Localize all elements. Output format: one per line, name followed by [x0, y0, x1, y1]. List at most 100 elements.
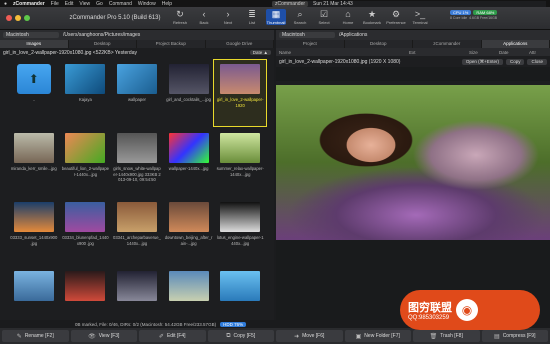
close-button[interactable]: Close: [527, 58, 547, 65]
column-ext[interactable]: Ext: [409, 50, 469, 55]
thumbnail-icon: ▦: [271, 9, 281, 19]
column-name[interactable]: Name: [279, 50, 409, 55]
thumbnail-image: [116, 133, 157, 163]
thumbnail-item-selected[interactable]: girl_in_love_2-wallpaper-1920: [213, 59, 267, 127]
thumbnail-item[interactable]: ⬆..: [8, 60, 60, 126]
bookmark-icon: ★: [367, 9, 377, 19]
copy-button[interactable]: Copy: [505, 58, 525, 65]
toolbar-preference-button[interactable]: ⚙ Preference: [386, 9, 406, 25]
toolbar-thumbnail-button[interactable]: ▦ Thumbnail: [266, 9, 286, 25]
thumbnail-item[interactable]: beautiful_lion_2-wallpaper-1440x...jpg: [60, 129, 112, 195]
thumbnail-item[interactable]: girl_and_cocktails_...jpg: [163, 60, 215, 126]
edit-button[interactable]: ✐ Edit [F4]: [139, 330, 206, 342]
tab-zcommander[interactable]: zCommander: [413, 40, 482, 48]
toolbar-back-button[interactable]: ‹ Back: [194, 9, 214, 25]
right-pane: Macintosh /Applications Project Desktop …: [276, 30, 550, 320]
menu-file[interactable]: File: [51, 1, 59, 7]
toolbar-list-button[interactable]: ≣ List: [242, 9, 262, 25]
ram-meter: RAM 68%: [473, 10, 498, 15]
thumbnail-image: [13, 202, 54, 232]
open-button[interactable]: Open (⌘+Enter): [461, 58, 503, 65]
cpu-meter: CPU 1%: [450, 10, 472, 15]
column-date[interactable]: Date: [499, 50, 529, 55]
thumbnail-image: [116, 64, 157, 94]
thumbnail-item[interactable]: summer_relax-wallpaper-1440x...jpg: [214, 129, 266, 195]
viewer-title: girl_in_love_2-wallpaper-1920x1080.jpg (…: [279, 58, 401, 65]
thumbnail-item[interactable]: Kajaya: [60, 60, 112, 126]
left-drive-select[interactable]: Macintosh: [3, 32, 59, 38]
rename-button[interactable]: ✎ Rename [F2]: [2, 330, 69, 342]
toolbar-select-button[interactable]: ☑ Select: [314, 9, 334, 25]
column-size[interactable]: Size: [469, 50, 499, 55]
clock[interactable]: Sun 21 Mar 14:43: [313, 1, 353, 7]
thumbnail-image: [220, 271, 261, 301]
thumbnail-image: [65, 133, 106, 163]
tab-desktop[interactable]: Desktop: [69, 40, 137, 48]
toolbar-terminal-button[interactable]: >_ Terminal: [410, 9, 430, 25]
toolbar-search-button[interactable]: ⌕ Search: [290, 9, 310, 25]
status-app-indicator[interactable]: zCommander: [272, 0, 309, 7]
watermark-badge: 图穷联盟 QQ:985303259 ◉: [400, 290, 540, 330]
thumbnail-item[interactable]: 03341_archeparbaverue_1440x...jpg: [111, 198, 163, 264]
thumbnail-item[interactable]: lotus_engine-wallpaper-1440x...jpg: [214, 198, 266, 264]
right-drive-select[interactable]: Macintosh: [279, 32, 335, 38]
right-path-bar: Macintosh /Applications: [276, 30, 550, 40]
left-path-bar: Macintosh /Users/sanghoons/Pictures/imag…: [0, 30, 274, 40]
tab-images[interactable]: Images: [0, 40, 69, 48]
viewer-header: girl_in_love_2-wallpaper-1920x1080.jpg (…: [276, 56, 550, 67]
tab-project[interactable]: Project: [276, 40, 345, 48]
thumbnail-image: [220, 133, 261, 163]
status-text: 0B marked, File: 0/46, DIRs: 0/2 (Macint…: [75, 321, 217, 327]
thumbnail-caption: ..: [32, 97, 35, 102]
thumbnail-caption: Kajaya: [78, 97, 92, 102]
copy-f5-button[interactable]: ⧉ Copy [F5]: [207, 330, 274, 342]
toolbar-home-button[interactable]: ⌂ Home: [338, 9, 358, 25]
left-path[interactable]: /Users/sanghoons/Pictures/images: [63, 32, 140, 38]
thumbnail-item[interactable]: wallpaper: [111, 60, 163, 126]
thumbnail-item[interactable]: miranda_kerr_smile...jpg: [8, 129, 60, 195]
sort-select[interactable]: Date ▲: [249, 50, 271, 55]
new-folder-icon: ▣: [355, 333, 362, 340]
thumbnail-item[interactable]: 03334_blunenpfad_1440x900 .jpg: [60, 198, 112, 264]
cpu-caption: 8 Core Idle: [450, 16, 468, 20]
tab-desktop-right[interactable]: Desktop: [345, 40, 413, 48]
thumbnail-item[interactable]: downtown_beijing_after_rain-...jpg: [163, 198, 215, 264]
thumbnail-image: [220, 202, 261, 232]
watermark-title: 图穷联盟: [408, 302, 452, 314]
toolbar-refresh-button[interactable]: ↻ Refresh: [170, 9, 190, 25]
menu-view[interactable]: View: [79, 1, 90, 7]
menu-go[interactable]: Go: [96, 1, 103, 7]
thumbnail-caption: girl_and_cocktails_...jpg: [166, 97, 211, 102]
thumbnail-caption: beautiful_lion_2-wallpaper-1440x...jpg: [61, 166, 110, 177]
thumbnail-image: [116, 271, 157, 301]
thumbnail-item[interactable]: 03333_sunset_1440x900 .jpg: [8, 198, 60, 264]
view-button[interactable]: 👁 View [F3]: [70, 330, 137, 342]
compress-button[interactable]: ▤ Compress [F9]: [481, 330, 548, 342]
new-folder-button[interactable]: ▣ New Folder [F7]: [344, 330, 411, 342]
apple-icon[interactable]: ●: [4, 1, 7, 7]
right-path[interactable]: /Applications: [339, 32, 367, 38]
compress-icon: ▤: [494, 333, 500, 340]
thumbnail-item[interactable]: wallpaper-1440x...jpg: [163, 129, 215, 195]
move-button[interactable]: ➜ Move [F6]: [276, 330, 343, 342]
menu-help[interactable]: Help: [162, 1, 172, 7]
tab-applications[interactable]: Applications: [481, 40, 550, 48]
menu-command[interactable]: Command: [109, 1, 132, 7]
left-tabs: Images Desktop Project Backup Google Dri…: [0, 40, 274, 48]
thumbnail-caption: downtown_beijing_after_rain-...jpg: [164, 235, 213, 246]
menu-app-name[interactable]: zCommander: [13, 1, 45, 7]
select-icon: ☑: [319, 9, 329, 19]
toolbar-bookmark-button[interactable]: ★ Bookmark: [362, 9, 382, 25]
tab-google-drive[interactable]: Google Drive: [206, 40, 274, 48]
thumbnail-caption: 03341_archeparbaverue_1440x...jpg: [113, 235, 161, 246]
thumbnail-item[interactable]: girls_snow_white-wallpaper-1440x900.jpg …: [111, 129, 163, 195]
thumbnail-image: [168, 202, 209, 232]
toolbar-next-button[interactable]: › Next: [218, 9, 238, 25]
trash-button[interactable]: 🗑 Trash [F8]: [413, 330, 480, 342]
left-info-bar: girl_in_love_2-wallpaper-1920x1080.jpg <…: [0, 48, 274, 57]
column-attr[interactable]: Attr: [529, 50, 536, 55]
menu-window[interactable]: Window: [138, 1, 156, 7]
tab-project-backup[interactable]: Project Backup: [137, 40, 206, 48]
menu-edit[interactable]: Edit: [65, 1, 74, 7]
thumbnail-caption: girls_snow_white-wallpaper-1440x900.jpg …: [113, 166, 161, 182]
